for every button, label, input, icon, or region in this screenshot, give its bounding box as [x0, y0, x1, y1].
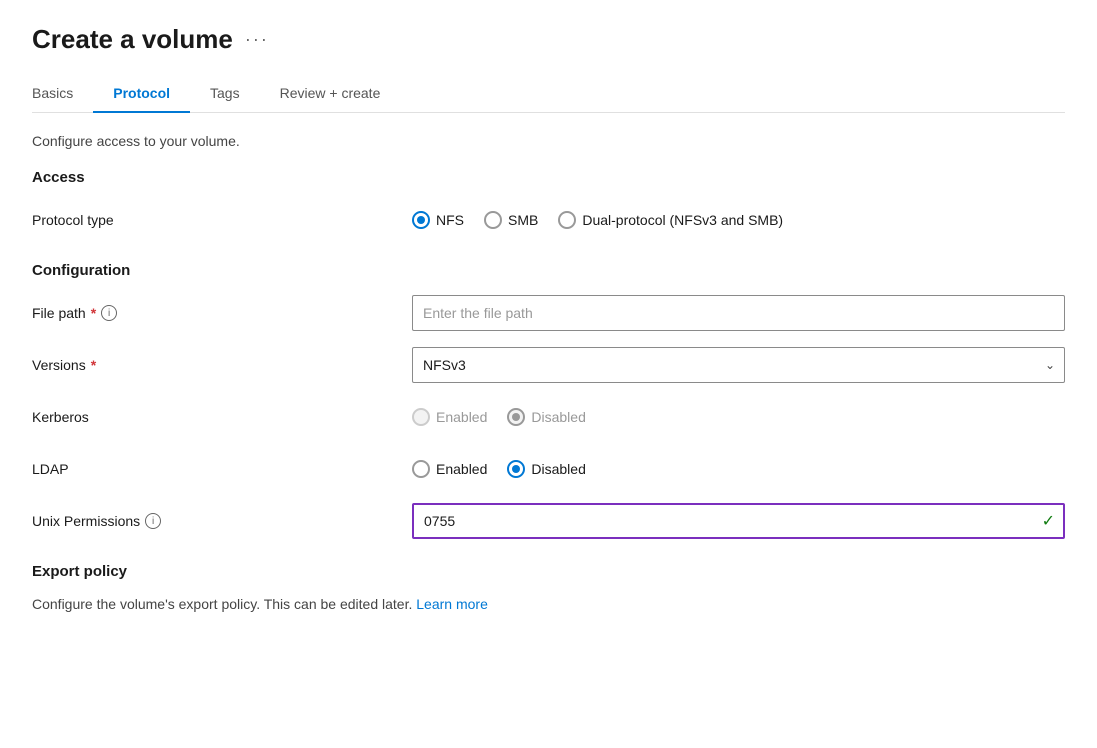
protocol-dual-label: Dual-protocol (NFSv3 and SMB)	[582, 212, 783, 228]
tab-basics[interactable]: Basics	[32, 75, 93, 113]
kerberos-control: Enabled Disabled	[412, 408, 1065, 426]
kerberos-row: Kerberos Enabled Disabled	[32, 399, 1065, 435]
unix-permissions-wrapper: ✓	[412, 503, 1065, 539]
unix-permissions-label: Unix Permissions i	[32, 513, 412, 529]
kerberos-disabled-radio	[507, 408, 525, 426]
unix-permissions-row: Unix Permissions i ✓	[32, 503, 1065, 539]
tab-protocol[interactable]: Protocol	[93, 75, 190, 113]
learn-more-link[interactable]: Learn more	[416, 596, 488, 612]
file-path-input[interactable]	[412, 295, 1065, 331]
ldap-enabled-label: Enabled	[436, 461, 487, 477]
protocol-smb-label: SMB	[508, 212, 538, 228]
versions-select[interactable]: NFSv3 NFSv4.1	[412, 347, 1065, 383]
access-section: Access Protocol type NFS SMB Dual-protoc…	[32, 169, 1065, 238]
unix-permissions-control: ✓	[412, 503, 1065, 539]
protocol-type-radio-group: NFS SMB Dual-protocol (NFSv3 and SMB)	[412, 211, 1065, 229]
protocol-nfs-radio[interactable]	[412, 211, 430, 229]
tab-tags[interactable]: Tags	[190, 75, 260, 113]
ldap-disabled-radio[interactable]	[507, 460, 525, 478]
file-path-control	[412, 295, 1065, 331]
protocol-type-row: Protocol type NFS SMB Dual-protocol (NFS…	[32, 202, 1065, 238]
kerberos-disabled-label: Disabled	[531, 409, 585, 425]
versions-label: Versions *	[32, 357, 412, 373]
configuration-section: Configuration File path * i Versions * N…	[32, 262, 1065, 539]
versions-row: Versions * NFSv3 NFSv4.1 ⌄	[32, 347, 1065, 383]
kerberos-disabled-option: Disabled	[507, 408, 585, 426]
kerberos-enabled-option: Enabled	[412, 408, 487, 426]
versions-select-wrapper: NFSv3 NFSv4.1 ⌄	[412, 347, 1065, 383]
protocol-type-control: NFS SMB Dual-protocol (NFSv3 and SMB)	[412, 211, 1065, 229]
protocol-smb-radio[interactable]	[484, 211, 502, 229]
versions-control: NFSv3 NFSv4.1 ⌄	[412, 347, 1065, 383]
more-options-button[interactable]: ···	[245, 29, 269, 50]
protocol-dual-radio[interactable]	[558, 211, 576, 229]
access-section-title: Access	[32, 169, 1065, 186]
ldap-label: LDAP	[32, 461, 412, 477]
kerberos-enabled-radio	[412, 408, 430, 426]
kerberos-radio-group: Enabled Disabled	[412, 408, 1065, 426]
export-policy-description: Configure the volume's export policy. Th…	[32, 596, 1065, 612]
file-path-info-icon[interactable]: i	[101, 305, 117, 321]
protocol-dual-option[interactable]: Dual-protocol (NFSv3 and SMB)	[558, 211, 783, 229]
unix-permissions-info-icon[interactable]: i	[145, 513, 161, 529]
unix-permissions-check-icon: ✓	[1042, 511, 1055, 531]
versions-required: *	[91, 357, 96, 373]
ldap-control: Enabled Disabled	[412, 460, 1065, 478]
file-path-row: File path * i	[32, 295, 1065, 331]
file-path-label: File path * i	[32, 305, 412, 321]
protocol-nfs-option[interactable]: NFS	[412, 211, 464, 229]
tab-review-create[interactable]: Review + create	[260, 75, 401, 113]
file-path-required: *	[91, 305, 96, 321]
configuration-section-title: Configuration	[32, 262, 1065, 279]
kerberos-enabled-label: Enabled	[436, 409, 487, 425]
ldap-enabled-radio[interactable]	[412, 460, 430, 478]
ldap-disabled-label: Disabled	[531, 461, 585, 477]
export-policy-title: Export policy	[32, 563, 1065, 580]
ldap-row: LDAP Enabled Disabled	[32, 451, 1065, 487]
kerberos-label: Kerberos	[32, 409, 412, 425]
tab-bar: Basics Protocol Tags Review + create	[32, 75, 1065, 113]
protocol-smb-option[interactable]: SMB	[484, 211, 538, 229]
protocol-nfs-label: NFS	[436, 212, 464, 228]
page-title: Create a volume	[32, 24, 233, 55]
ldap-radio-group: Enabled Disabled	[412, 460, 1065, 478]
export-policy-section: Export policy Configure the volume's exp…	[32, 563, 1065, 612]
ldap-disabled-option[interactable]: Disabled	[507, 460, 585, 478]
ldap-enabled-option[interactable]: Enabled	[412, 460, 487, 478]
unix-permissions-input[interactable]	[412, 503, 1065, 539]
protocol-type-label: Protocol type	[32, 212, 412, 228]
page-description: Configure access to your volume.	[32, 133, 1065, 149]
